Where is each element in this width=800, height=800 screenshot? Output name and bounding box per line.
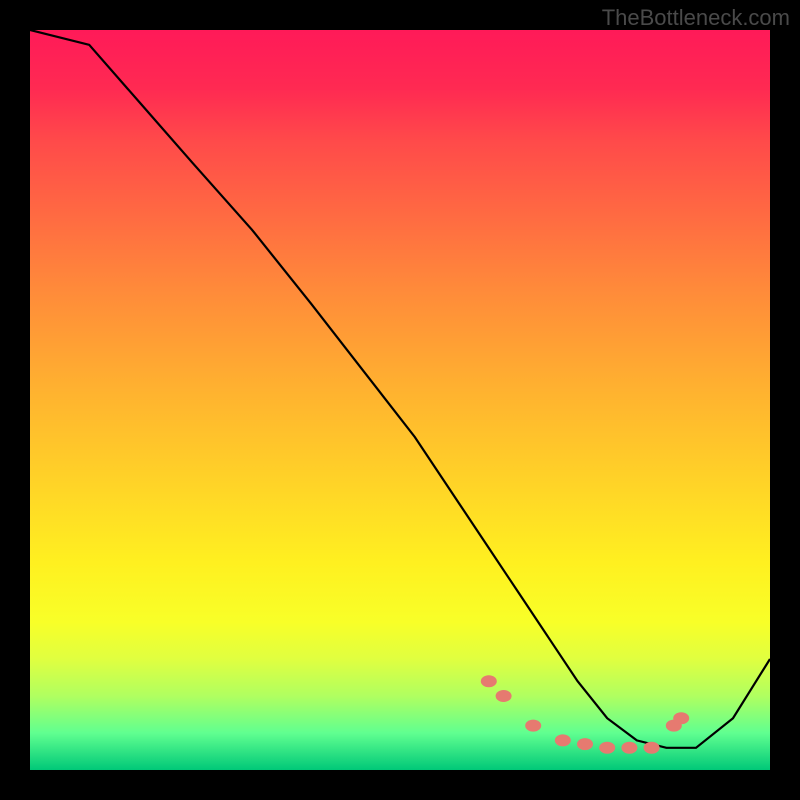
marker-dot <box>577 738 593 750</box>
marker-dot <box>525 720 541 732</box>
curve-line <box>30 30 770 748</box>
marker-dot <box>644 742 660 754</box>
plot-area <box>30 30 770 770</box>
marker-dot <box>481 675 497 687</box>
marker-dot <box>496 690 512 702</box>
marker-dot <box>555 734 571 746</box>
marker-dot <box>673 712 689 724</box>
chart-svg <box>30 30 770 770</box>
watermark-text: TheBottleneck.com <box>602 5 790 31</box>
marker-dot <box>621 742 637 754</box>
marker-group <box>481 675 689 754</box>
marker-dot <box>599 742 615 754</box>
